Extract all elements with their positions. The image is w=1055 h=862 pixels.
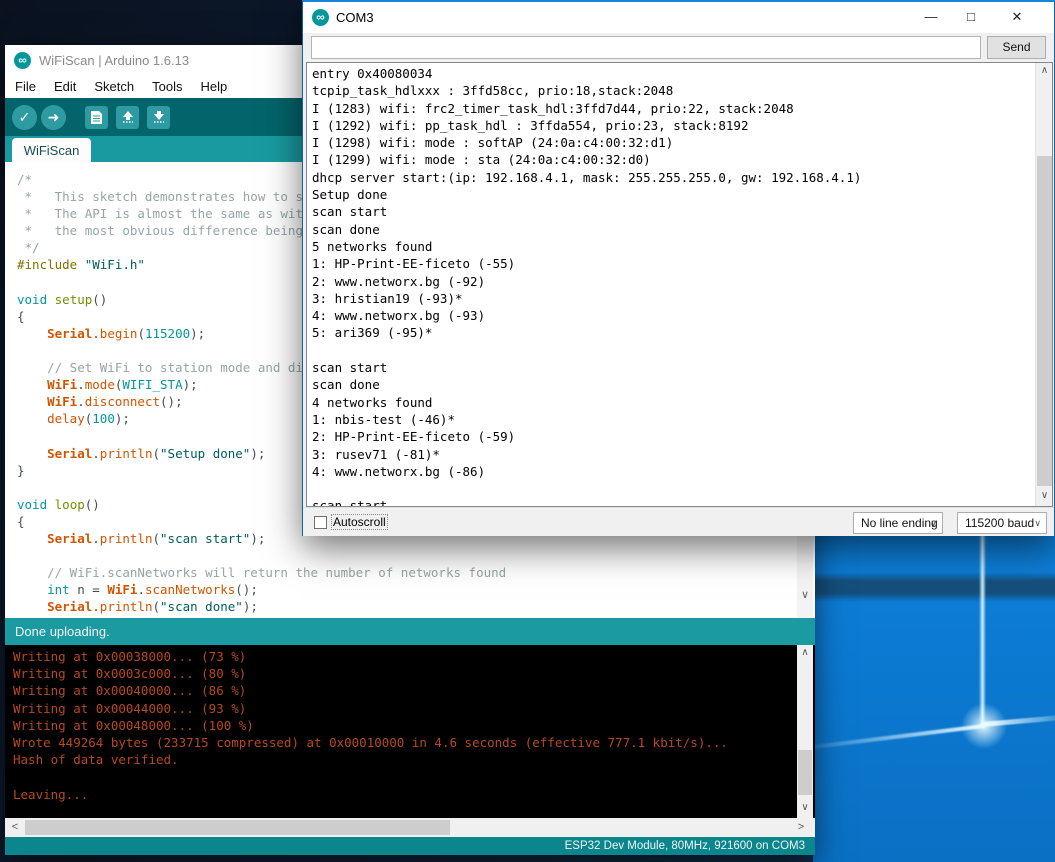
line-ending-dropdown[interactable]: No line ending ∨ — [853, 512, 943, 534]
chevron-down-icon: ∨ — [1034, 518, 1041, 529]
scroll-down-icon[interactable]: ∨ — [797, 802, 813, 816]
close-button[interactable]: ✕ — [997, 2, 1037, 32]
serial-scroll-thumb[interactable] — [1037, 156, 1052, 486]
maximize-button[interactable]: □ — [951, 2, 991, 32]
arrow-right-icon: ➜ — [48, 109, 60, 126]
arrow-up-icon — [121, 110, 135, 124]
autoscroll-checkbox[interactable] — [314, 516, 327, 529]
send-button[interactable]: Send — [987, 36, 1046, 59]
wallpaper-beam-glow — [959, 701, 1009, 751]
wallpaper-dark-band — [813, 572, 1055, 602]
check-icon: ✓ — [19, 109, 31, 126]
scroll-up-icon[interactable]: ∧ — [797, 647, 813, 661]
console-output: Writing at 0x00038000... (73 %) Writing … — [13, 648, 728, 803]
scroll-up-icon[interactable]: ∧ — [1036, 65, 1053, 79]
board-port-status: ESP32 Dev Module, 80MHz, 921600 on COM3 — [565, 840, 805, 852]
menu-file[interactable]: File — [15, 79, 36, 94]
menu-tools[interactable]: Tools — [152, 79, 182, 94]
build-console[interactable]: Writing at 0x00038000... (73 %) Writing … — [5, 645, 815, 818]
serial-send-input[interactable] — [311, 36, 981, 59]
minimize-button[interactable]: — — [911, 2, 951, 32]
editor-scroll-down-icon[interactable]: ∨ — [797, 586, 813, 604]
new-sketch-button[interactable] — [85, 106, 108, 129]
verify-button[interactable]: ✓ — [12, 105, 37, 130]
ide-statusbar: ESP32 Dev Module, 80MHz, 921600 on COM3 — [5, 837, 815, 855]
console-vertical-scrollbar[interactable]: ∧ ∨ — [797, 645, 813, 818]
menu-sketch[interactable]: Sketch — [94, 79, 134, 94]
menu-edit[interactable]: Edit — [54, 79, 76, 94]
upload-status-bar: Done uploading. — [5, 618, 815, 645]
document-icon — [90, 110, 103, 125]
chevron-down-icon: ∨ — [930, 518, 937, 529]
serial-output-area[interactable]: entry 0x40080034 tcpip_task_hdlxxx : 3ff… — [306, 62, 1053, 507]
arrow-down-icon — [152, 110, 166, 124]
ide-window-title: WiFiScan | Arduino 1.6.13 — [39, 53, 189, 68]
serial-monitor-window: ∞ COM3 — □ ✕ Send entry 0x40080034 tcpip… — [302, 0, 1055, 536]
upload-button[interactable]: ➜ — [41, 105, 66, 130]
baud-rate-dropdown[interactable]: 115200 baud ∨ — [957, 512, 1047, 534]
tab-wifiscan[interactable]: WiFiScan — [12, 138, 91, 162]
scroll-left-icon[interactable]: < — [7, 818, 23, 837]
arduino-logo-icon: ∞ — [312, 9, 329, 26]
serial-monitor-titlebar[interactable]: ∞ COM3 — □ ✕ — [303, 2, 1054, 33]
serial-monitor-title: COM3 — [336, 10, 374, 25]
serial-output-text: entry 0x40080034 tcpip_task_hdlxxx : 3ff… — [312, 65, 861, 507]
serial-vertical-scrollbar[interactable]: ∧ ∨ — [1035, 63, 1052, 506]
arduino-logo-icon: ∞ — [14, 52, 31, 69]
save-sketch-button[interactable] — [147, 106, 170, 129]
console-scroll-thumb[interactable] — [798, 750, 812, 795]
autoscroll-control[interactable]: Autoscroll — [314, 515, 387, 529]
open-sketch-button[interactable] — [116, 106, 139, 129]
scroll-down-icon[interactable]: ∨ — [1036, 490, 1053, 504]
upload-status-text: Done uploading. — [15, 624, 110, 639]
horizontal-scroll-thumb[interactable] — [25, 820, 450, 835]
serial-input-row: Send — [303, 34, 1054, 62]
console-horizontal-scrollbar[interactable]: < > — [5, 818, 815, 837]
menu-help[interactable]: Help — [200, 79, 227, 94]
serial-monitor-bottombar: Autoscroll No line ending ∨ 115200 baud … — [303, 507, 1054, 536]
scroll-right-icon[interactable]: > — [793, 818, 809, 837]
autoscroll-label: Autoscroll — [332, 515, 387, 529]
